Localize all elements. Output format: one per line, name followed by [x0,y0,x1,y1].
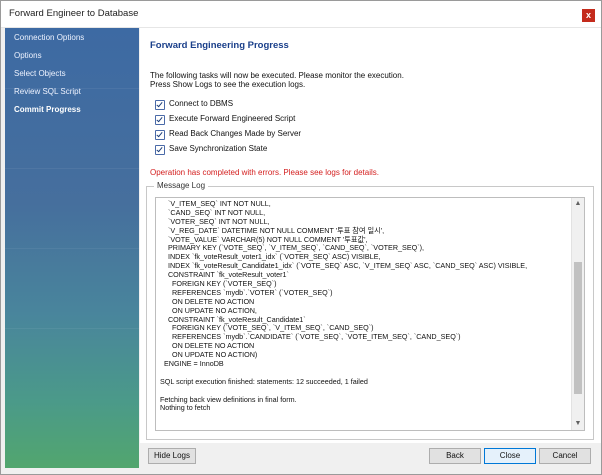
back-button[interactable]: Back [429,448,481,464]
log-scrollbar[interactable]: ▲ ▼ [571,198,584,430]
log-line: Fetching back view definitions in final … [160,394,297,404]
scroll-down-icon[interactable]: ▼ [572,418,584,430]
close-window-button[interactable]: x [582,9,595,22]
scroll-up-icon[interactable]: ▲ [572,198,584,210]
forward-engineer-dialog: Forward Engineer to Database x Connectio… [0,0,602,475]
wizard-sidebar: Connection Options Options Select Object… [5,28,139,468]
sidebar-item-connection-options[interactable]: Connection Options [14,33,84,42]
sidebar-item-review-sql-script[interactable]: Review SQL Script [14,87,81,96]
description-line-2: Press Show Logs to see the execution log… [150,80,306,89]
page-title: Forward Engineering Progress [150,40,289,51]
task-label: Read Back Changes Made by Server [169,129,302,138]
sidebar-item-select-objects[interactable]: Select Objects [14,69,66,78]
sidebar-item-commit-progress[interactable]: Commit Progress [14,105,81,114]
log-line: SQL script execution finished: statement… [160,376,368,386]
main-content: Forward Engineering Progress The followi… [140,28,601,443]
task-label: Save Synchronization State [169,144,268,153]
task-label: Execute Forward Engineered Script [169,114,296,123]
description-line-1: The following tasks will now be executed… [150,71,404,80]
message-log-textarea[interactable]: `V_ITEM_SEQ` INT NOT NULL, `CAND_SEQ` IN… [155,197,585,431]
cancel-button[interactable]: Cancel [539,448,591,464]
sidebar-item-options[interactable]: Options [14,51,42,60]
button-bar: Hide Logs Back Close Cancel [140,443,601,474]
log-line: ENGINE = InnoDB [160,359,224,369]
hide-logs-button[interactable]: Hide Logs [148,448,196,464]
checked-icon [155,115,165,125]
checked-icon [155,130,165,140]
window-title: Forward Engineer to Database [9,8,139,19]
message-log-label: Message Log [154,181,209,190]
title-bar: Forward Engineer to Database x [1,1,601,28]
close-button[interactable]: Close [484,448,536,464]
checked-icon [155,145,165,155]
log-lines: `V_ITEM_SEQ` INT NOT NULL, `CAND_SEQ` IN… [160,200,565,428]
message-log-group: Message Log `V_ITEM_SEQ` INT NOT NULL, `… [146,181,594,440]
log-line: Nothing to fetch [160,403,211,413]
scroll-thumb[interactable] [574,262,582,394]
checked-icon [155,100,165,110]
error-message: Operation has completed with errors. Ple… [150,168,380,177]
task-label: Connect to DBMS [169,99,234,108]
